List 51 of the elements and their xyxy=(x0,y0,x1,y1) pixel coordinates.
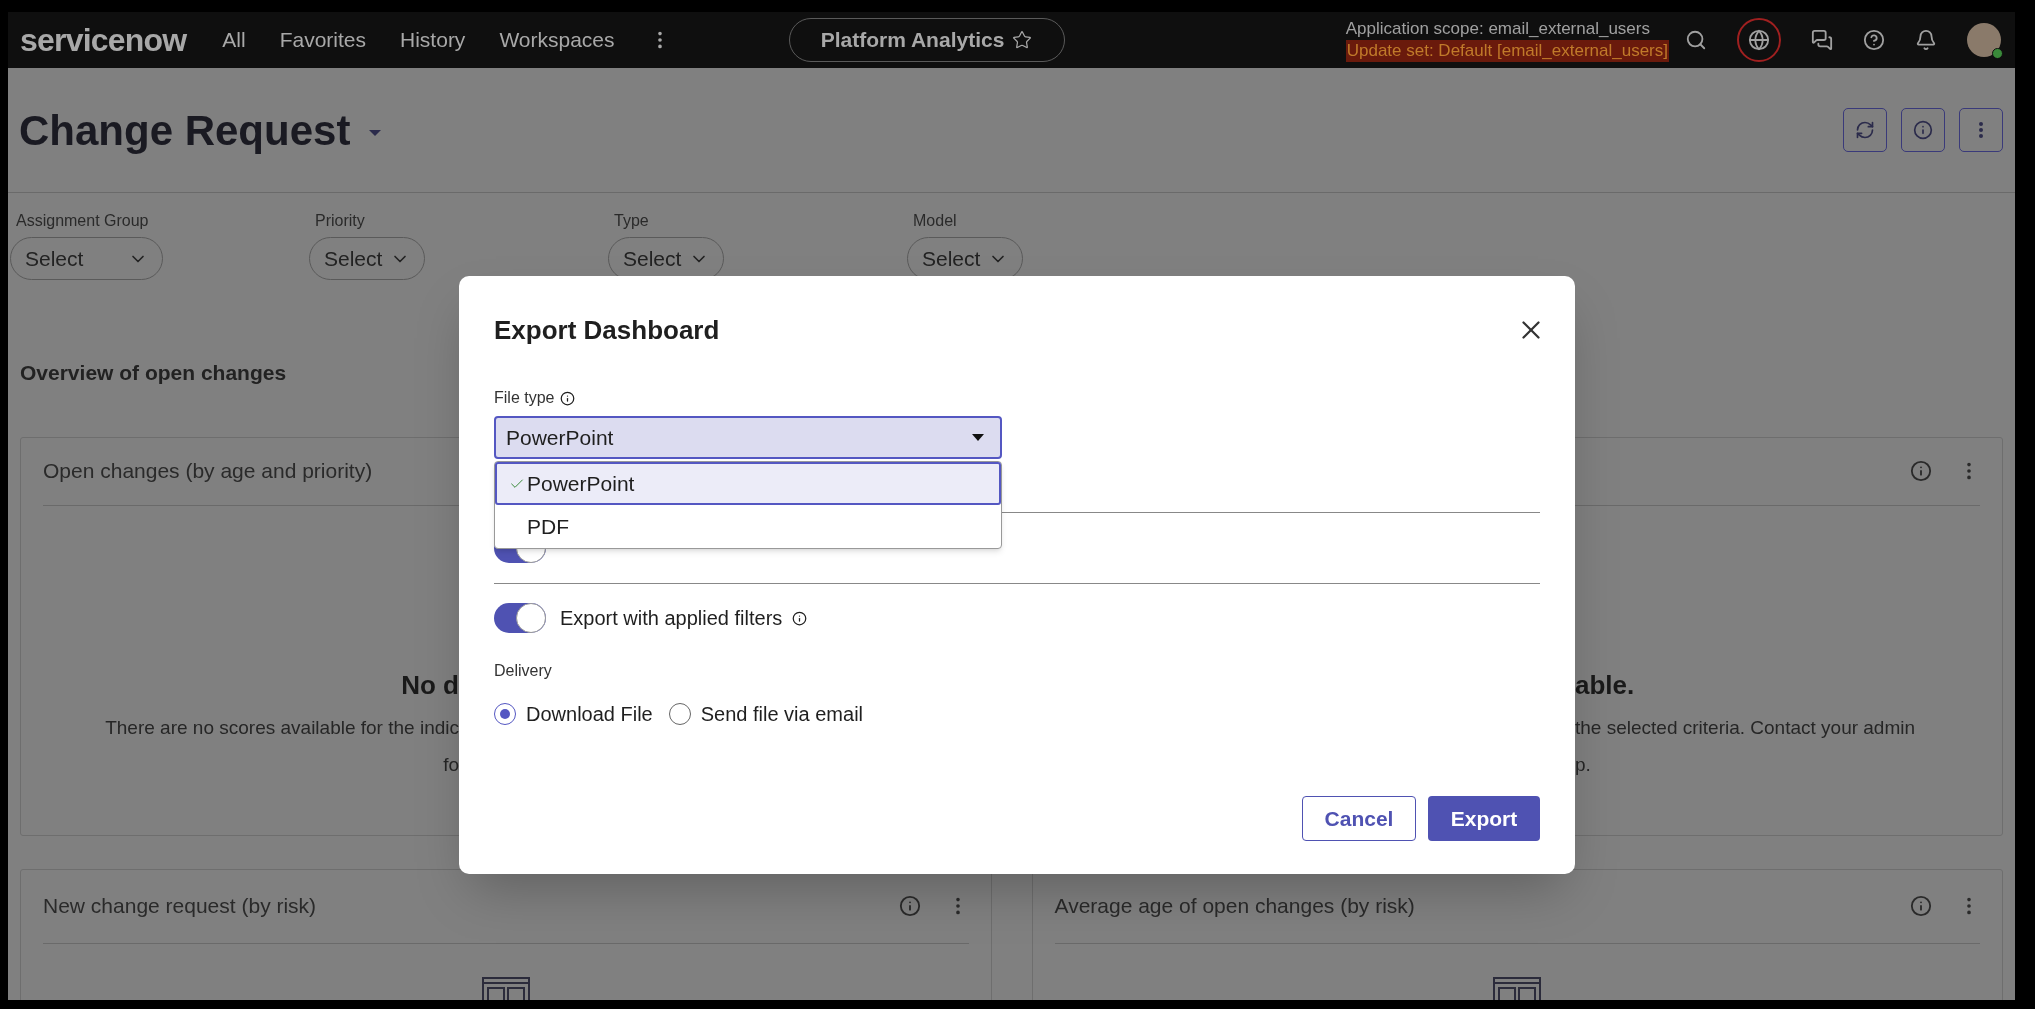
filter-label: Type xyxy=(614,211,649,231)
caret-icon xyxy=(972,434,984,441)
info-icon[interactable] xyxy=(560,390,576,406)
more-button[interactable] xyxy=(1959,108,2003,152)
filter-label: Assignment Group xyxy=(16,211,149,231)
nav-item[interactable]: Workspaces xyxy=(499,24,615,56)
info-icon xyxy=(1913,120,1933,140)
dropdown-option[interactable]: PowerPoint xyxy=(495,462,1001,505)
nav-item[interactable]: History xyxy=(400,24,466,56)
empty-state-text: There are no scores available for the indic xyxy=(105,715,459,740)
empty-state-title: able. xyxy=(1575,668,1635,702)
card-title: New change request (by risk) xyxy=(43,893,317,920)
toggle-label: Export with applied filters xyxy=(560,606,783,631)
search-icon[interactable] xyxy=(1685,29,1707,51)
dropdown-option[interactable]: PDF xyxy=(495,505,1001,548)
delivery-label: Delivery xyxy=(494,661,553,681)
empty-state-title: No d xyxy=(401,668,459,702)
radio-label: Send file via email xyxy=(700,702,864,727)
section-title: Overview of open changes xyxy=(20,360,287,386)
scope-text: Application scope: email_external_users xyxy=(1345,18,1650,40)
info-icon[interactable] xyxy=(792,610,808,626)
cancel-button[interactable]: Cancel xyxy=(1302,796,1416,841)
export-button[interactable]: Export xyxy=(1428,796,1540,841)
dashboard-title: Change Request xyxy=(19,105,351,156)
dialog-title: Export Dashboard xyxy=(494,313,720,347)
nav-item[interactable]: Favorites xyxy=(279,24,367,56)
chat-icon[interactable] xyxy=(1811,29,1833,51)
filter-label: Priority xyxy=(315,211,365,231)
refresh-icon xyxy=(1855,120,1875,140)
globe-icon xyxy=(1748,29,1770,51)
notifications-icon[interactable] xyxy=(1915,29,1937,51)
card-title: Average age of open changes (by risk) xyxy=(1054,893,1415,920)
nav-item[interactable]: All xyxy=(222,24,246,56)
logo[interactable]: servicenow xyxy=(20,16,187,64)
field-label: File type xyxy=(494,388,555,408)
globe-button[interactable] xyxy=(1737,18,1781,62)
filter-label: Model xyxy=(913,211,957,231)
avatar[interactable] xyxy=(1967,23,2001,57)
card-title: Open changes (by age and priority) xyxy=(43,458,373,485)
caret-icon[interactable] xyxy=(368,129,383,137)
toggle-switch[interactable] xyxy=(494,603,546,633)
empty-state-text: fo xyxy=(443,752,459,777)
more-icon xyxy=(1979,122,1983,138)
empty-state-text: the selected criteria. Contact your admin xyxy=(1575,715,1916,740)
empty-state-text: p. xyxy=(1575,752,1591,777)
info-button[interactable] xyxy=(1901,108,1945,152)
help-icon[interactable] xyxy=(1863,29,1885,51)
radio-label: Download File xyxy=(526,702,653,727)
file-type-select[interactable]: PowerPoint xyxy=(494,416,1002,459)
star-icon[interactable] xyxy=(1012,30,1033,50)
refresh-button[interactable] xyxy=(1843,108,1887,152)
